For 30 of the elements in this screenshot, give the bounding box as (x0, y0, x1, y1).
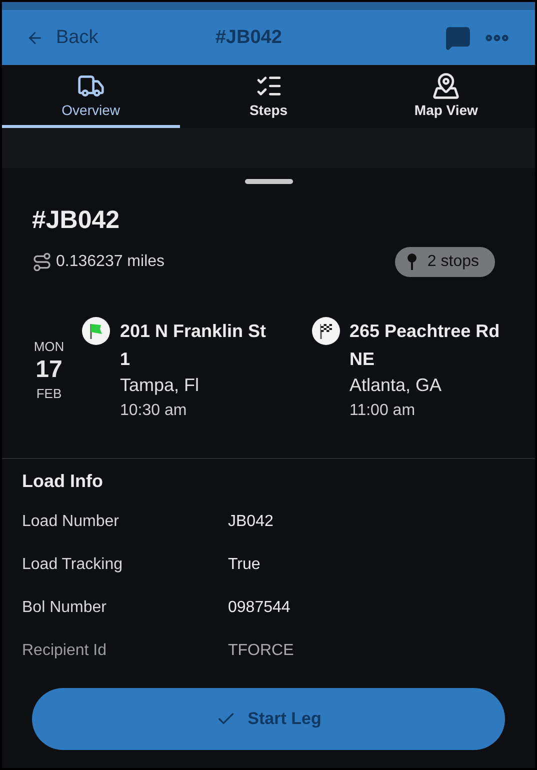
tab[interactable]: Map View (357, 65, 535, 128)
field-value: 0987544 (228, 598, 292, 616)
day-text: 17 (36, 356, 62, 384)
job-title: #JB042 (32, 206, 121, 235)
field-label: Recipient Id (22, 642, 108, 660)
stop-city: Atlanta, GA (350, 375, 443, 396)
route-icon (32, 252, 52, 272)
stop-time: 10:30 am (120, 402, 188, 420)
map-icon (432, 72, 460, 100)
stops-badge: 2 stops (395, 247, 495, 277)
month-text: FEB (36, 386, 62, 401)
stop-time: 11:00 am (350, 402, 416, 420)
field-value: True (228, 556, 262, 574)
stop-address: 265 Peachtree Rd NE (350, 320, 501, 371)
field-label: Load Tracking (22, 556, 124, 574)
field-label: Bol Number (22, 598, 108, 616)
stop-city: Tampa, Fl (120, 375, 200, 396)
pin-icon (407, 253, 418, 271)
section-title: Load Info (22, 471, 104, 492)
tab[interactable]: Steps (180, 65, 358, 128)
distance-text: 0.136237 miles (56, 253, 165, 271)
field-value: JB042 (228, 512, 274, 530)
checkered-flag-icon (312, 317, 340, 345)
field-value: TFORCE (228, 642, 295, 660)
drag-handle[interactable] (244, 179, 292, 184)
flag-icon (82, 317, 110, 345)
weekday-text: MON (34, 339, 64, 354)
stop-address: 201 N Franklin St 1 (120, 320, 268, 371)
field-label: Load Number (22, 512, 120, 530)
header-title: #JB042 (214, 26, 283, 48)
